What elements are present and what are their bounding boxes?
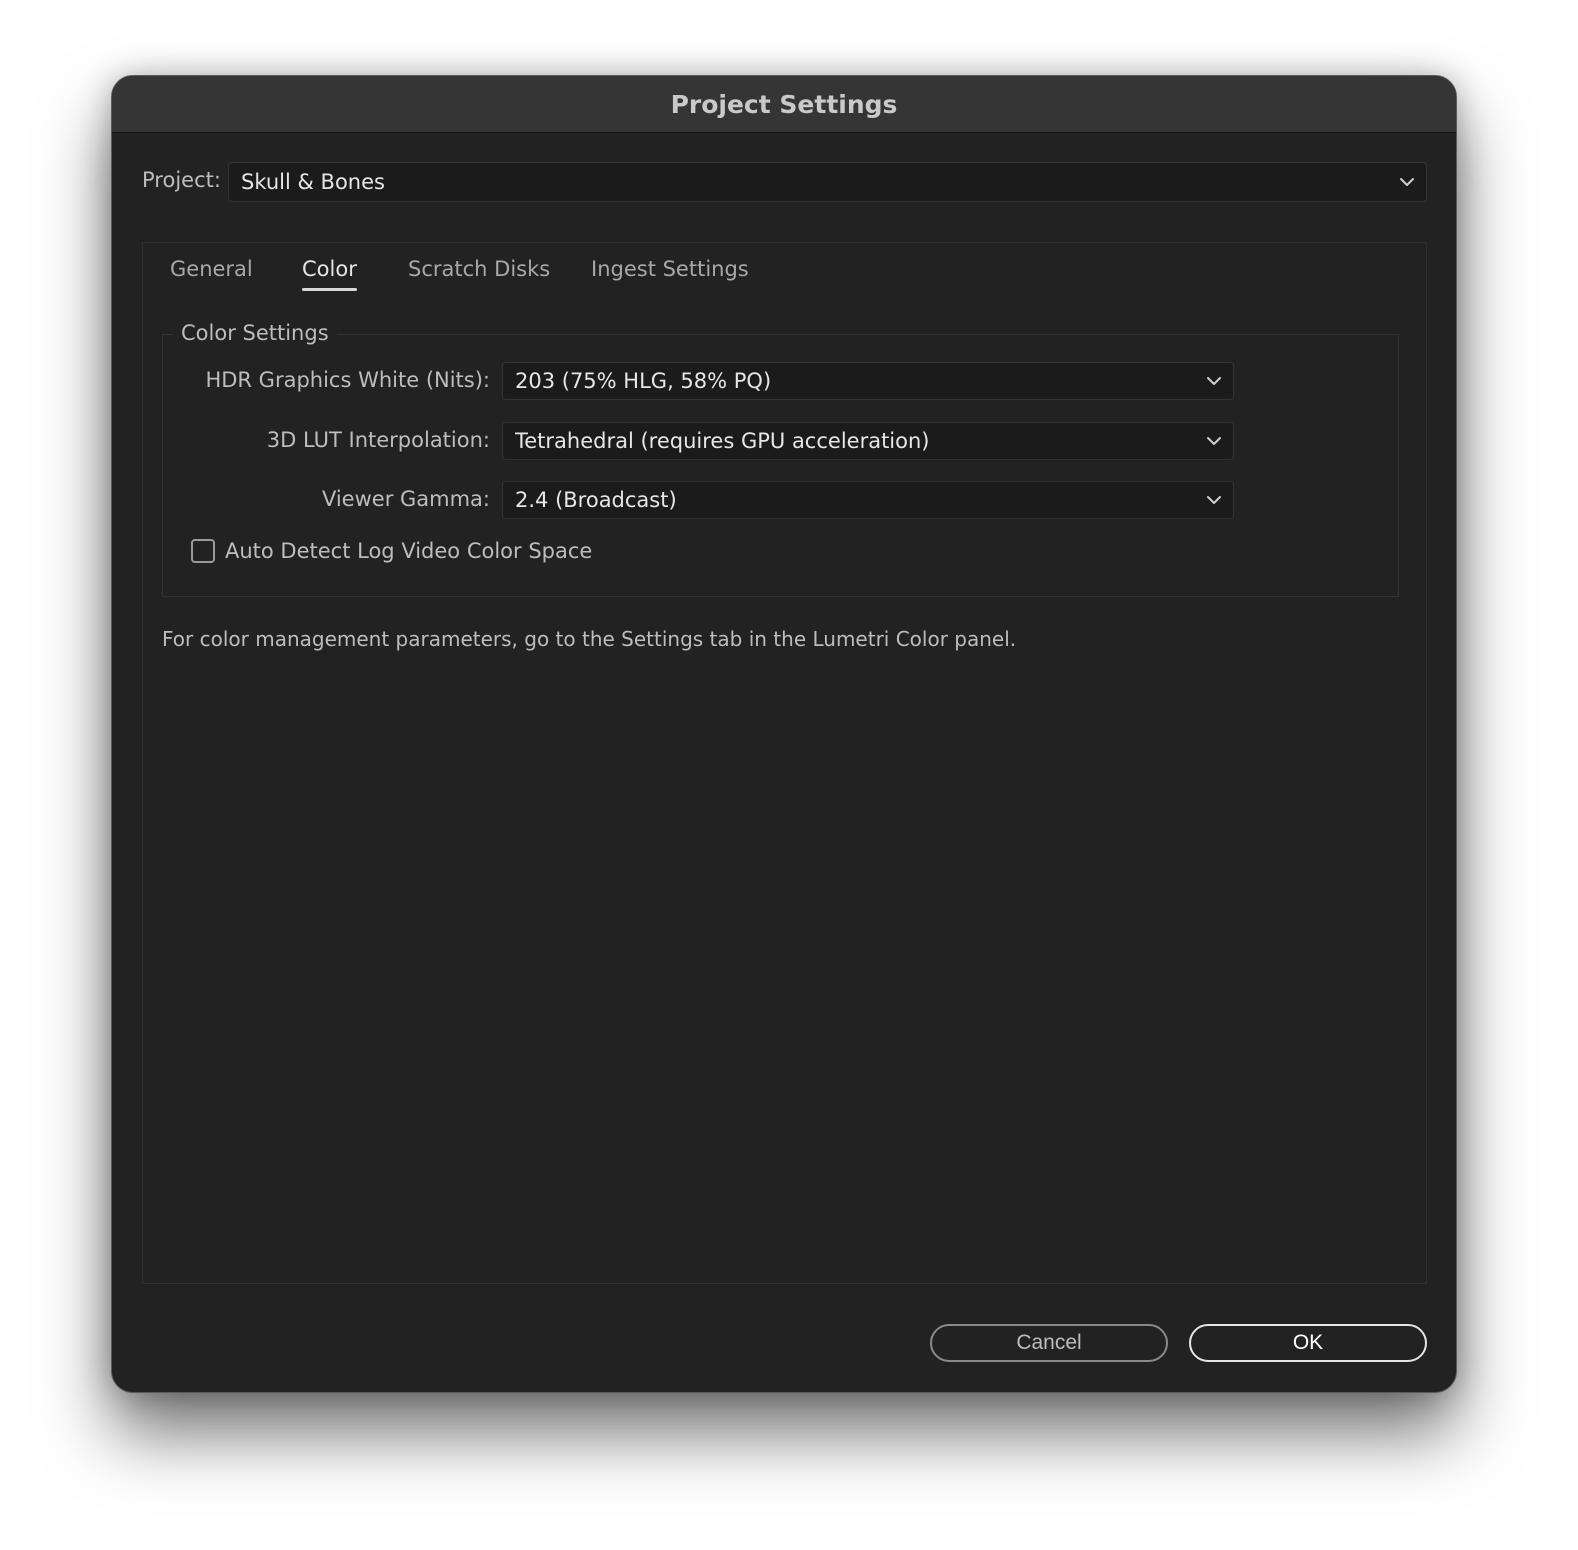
tab-bar: General Color Scratch Disks Ingest Setti… <box>143 243 1426 303</box>
viewer-gamma-select[interactable]: 2.4 (Broadcast) <box>502 481 1234 519</box>
ok-button[interactable]: OK <box>1189 1324 1427 1362</box>
tab-scratch-disks[interactable]: Scratch Disks <box>408 257 550 281</box>
auto-detect-checkbox[interactable] <box>191 539 215 563</box>
lut-interpolation-value: Tetrahedral (requires GPU acceleration) <box>515 429 930 453</box>
project-settings-dialog: Project Settings Project: Skull & Bones … <box>111 75 1457 1393</box>
hdr-white-value: 203 (75% HLG, 58% PQ) <box>515 369 772 393</box>
color-management-note: For color management parameters, go to t… <box>162 627 1017 651</box>
tab-ingest-settings[interactable]: Ingest Settings <box>591 257 749 281</box>
viewer-gamma-label: Viewer Gamma: <box>321 487 490 511</box>
dialog-title: Project Settings <box>670 89 898 119</box>
chevron-down-icon <box>1205 432 1223 450</box>
project-label: Project: <box>142 168 221 192</box>
color-settings-title: Color Settings <box>173 321 337 345</box>
tab-general[interactable]: General <box>170 257 253 281</box>
color-settings-group: Color Settings HDR Graphics White (Nits)… <box>162 321 1399 597</box>
settings-panel: General Color Scratch Disks Ingest Setti… <box>142 242 1427 1284</box>
auto-detect-row[interactable]: Auto Detect Log Video Color Space <box>191 539 592 563</box>
chevron-down-icon <box>1398 173 1416 191</box>
chevron-down-icon <box>1205 372 1223 390</box>
tab-color[interactable]: Color <box>302 257 357 291</box>
title-bar: Project Settings <box>112 76 1456 133</box>
hdr-white-select[interactable]: 203 (75% HLG, 58% PQ) <box>502 362 1234 400</box>
auto-detect-label: Auto Detect Log Video Color Space <box>225 539 593 563</box>
viewer-gamma-value: 2.4 (Broadcast) <box>515 488 677 512</box>
project-select[interactable]: Skull & Bones <box>228 162 1427 202</box>
hdr-white-label: HDR Graphics White (Nits): <box>205 368 490 392</box>
chevron-down-icon <box>1205 491 1223 509</box>
cancel-button[interactable]: Cancel <box>930 1324 1168 1362</box>
lut-interpolation-label: 3D LUT Interpolation: <box>266 428 490 452</box>
lut-interpolation-select[interactable]: Tetrahedral (requires GPU acceleration) <box>502 422 1234 460</box>
project-select-value: Skull & Bones <box>241 170 385 194</box>
